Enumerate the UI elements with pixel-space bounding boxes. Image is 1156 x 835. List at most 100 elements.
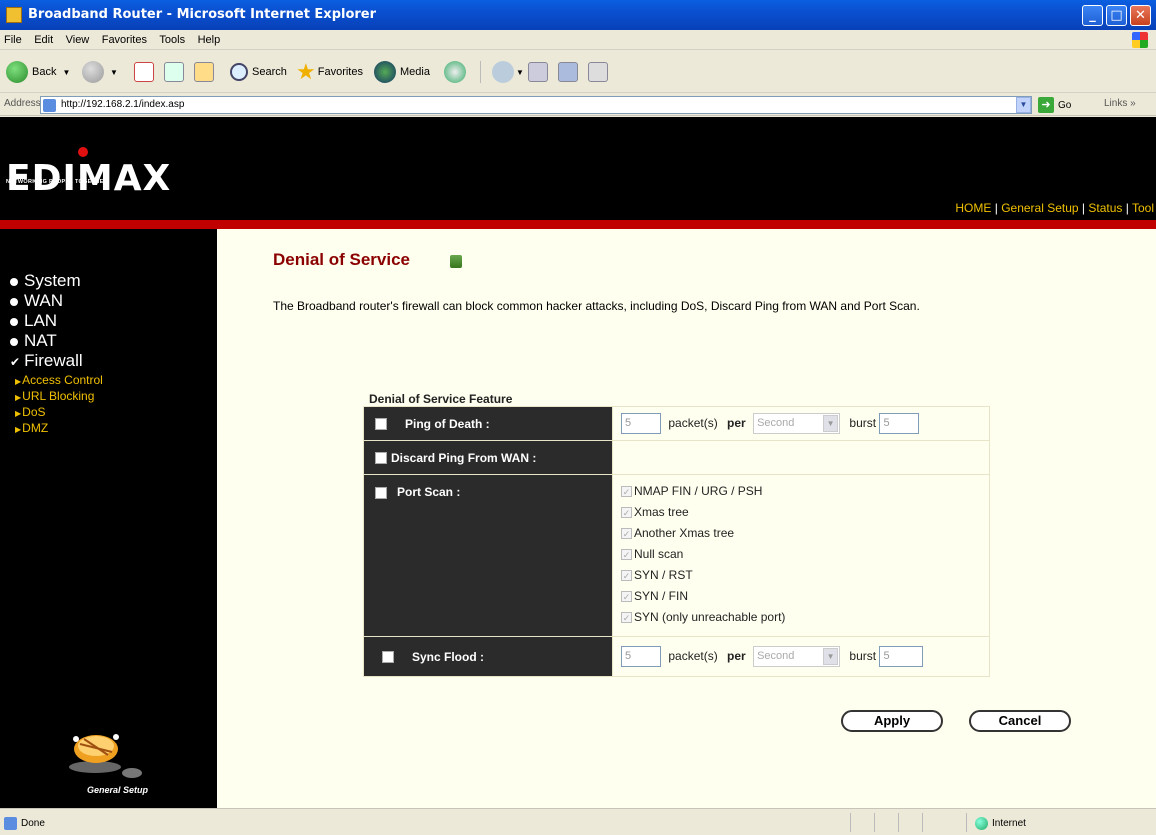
ping-of-death-packets-input[interactable]: 5: [621, 413, 661, 434]
nav-tool-link[interactable]: Tool: [1132, 201, 1154, 215]
port-scan-option[interactable]: ✓ Another Xmas tree: [621, 523, 989, 544]
menu-view[interactable]: View: [62, 31, 94, 49]
unit-value: Second: [757, 650, 795, 662]
mail-icon: [492, 61, 514, 83]
menu-tools[interactable]: Tools: [155, 31, 189, 49]
ping-of-death-label: Ping of Death :: [405, 416, 490, 431]
sidebar-subitem-access-control[interactable]: ▶Access Control: [15, 373, 103, 387]
port-scan-option[interactable]: ✓ SYN (only unreachable port): [621, 607, 989, 628]
ping-of-death-unit-select[interactable]: Second ▼: [753, 413, 841, 434]
apply-button[interactable]: Apply: [841, 710, 943, 732]
port-scan-option[interactable]: ✓ SYN / RST: [621, 565, 989, 586]
sidebar-subitem-url-blocking[interactable]: ▶URL Blocking: [15, 389, 94, 403]
home-button[interactable]: [194, 59, 214, 85]
go-button[interactable]: ➜ Go: [1038, 97, 1071, 113]
status-text: Done: [4, 817, 45, 830]
page-description: The Broadband router's firewall can bloc…: [273, 299, 920, 313]
stop-button[interactable]: [134, 59, 154, 85]
status-separator: [898, 813, 899, 832]
sync-flood-packets-input[interactable]: 5: [621, 646, 661, 667]
sidebar-item-nat[interactable]: NAT: [10, 331, 57, 351]
nav-home-link[interactable]: HOME: [955, 201, 991, 215]
page-title: Denial of Service: [273, 250, 411, 269]
port-scan-label: Port Scan :: [397, 485, 461, 499]
header-divider: [0, 220, 1156, 229]
sidebar-item-wan[interactable]: WAN: [10, 291, 63, 311]
sidebar-item-system[interactable]: System: [10, 271, 81, 291]
sidebar: System WAN LAN NAT ✔ Firewall ▶Access Con…: [0, 229, 217, 808]
stop-icon: [134, 62, 154, 82]
edit-button[interactable]: [558, 59, 578, 85]
favorites-button[interactable]: ★ Favorites: [296, 59, 363, 85]
back-button[interactable]: Back ▼: [6, 59, 70, 85]
media-button[interactable]: Media: [374, 59, 430, 85]
history-icon: [444, 61, 466, 83]
triangle-icon: ▶: [15, 377, 22, 386]
menu-file[interactable]: File: [0, 31, 26, 49]
sync-flood-checkbox[interactable]: [382, 651, 394, 664]
port-scan-option[interactable]: ✓ Null scan: [621, 544, 989, 565]
sidebar-item-label: System: [24, 271, 81, 290]
bullet-icon: [10, 337, 18, 346]
refresh-button[interactable]: [164, 59, 184, 85]
bullet-icon: [10, 277, 18, 286]
messenger-button[interactable]: [588, 59, 608, 85]
separator: [480, 59, 481, 85]
links-button[interactable]: Links »: [1104, 98, 1136, 109]
checkmark-icon: ✔: [10, 355, 21, 369]
mail-button[interactable]: ▼: [492, 59, 524, 85]
page-content: EDIMAX NETWORKING PEOPLE TOGETHER HOME |…: [0, 117, 1156, 808]
port-scan-option[interactable]: ✓ SYN / FIN: [621, 586, 989, 607]
help-book-icon[interactable]: [450, 255, 462, 268]
address-input[interactable]: http://192.168.2.1/index.asp: [40, 96, 1032, 114]
discard-ping-checkbox[interactable]: [375, 452, 387, 465]
port-scan-option[interactable]: ✓ Xmas tree: [621, 502, 989, 523]
search-icon: [230, 63, 248, 81]
menu-edit[interactable]: Edit: [30, 31, 57, 49]
minimize-button[interactable]: _: [1082, 5, 1103, 26]
sync-flood-label: Sync Flood :: [412, 649, 484, 664]
back-label: Back: [32, 66, 57, 78]
go-label: Go: [1058, 99, 1072, 111]
port-scan-checkbox[interactable]: [375, 486, 387, 499]
sidebar-item-label: Firewall: [24, 351, 83, 370]
print-button[interactable]: [528, 59, 548, 85]
discard-ping-label: Discard Ping From WAN :: [391, 450, 537, 465]
address-dropdown-icon[interactable]: ▼: [1016, 97, 1031, 113]
status-separator: [922, 813, 923, 832]
general-setup-graphic-icon: [69, 734, 142, 778]
sidebar-subitem-label: URL Blocking: [22, 389, 95, 403]
sync-flood-unit-select[interactable]: Second ▼: [753, 646, 841, 667]
sidebar-item-firewall[interactable]: ✔ Firewall: [10, 351, 83, 371]
sidebar-subitem-dmz[interactable]: ▶DMZ: [15, 421, 48, 435]
cancel-button[interactable]: Cancel: [969, 710, 1071, 732]
media-label: Media: [400, 66, 430, 78]
per-label: per: [727, 415, 746, 430]
go-arrow-icon: ➜: [1038, 97, 1054, 113]
top-navigation: HOME | General Setup | Status | Tool: [955, 201, 1154, 215]
sync-flood-label-cell: Sync Flood :: [363, 636, 613, 677]
sidebar-item-lan[interactable]: LAN: [10, 311, 57, 331]
port-scan-option[interactable]: ✓ NMAP FIN / URG / PSH: [621, 481, 989, 502]
nav-general-setup-link[interactable]: General Setup: [1001, 201, 1078, 215]
refresh-icon: [164, 62, 184, 82]
menu-help[interactable]: Help: [194, 31, 225, 49]
status-separator: [874, 813, 875, 832]
sidebar-subitem-label: Access Control: [22, 373, 103, 387]
ping-of-death-burst-input[interactable]: 5: [879, 413, 920, 434]
nav-status-link[interactable]: Status: [1088, 201, 1122, 215]
close-button[interactable]: ✕: [1130, 5, 1151, 26]
status-separator: [966, 813, 967, 832]
port-scan-options: ✓ NMAP FIN / URG / PSH ✓ Xmas tree ✓ Anothe…: [612, 474, 990, 637]
ping-of-death-checkbox[interactable]: [375, 418, 387, 431]
search-button[interactable]: Search: [230, 59, 287, 85]
sidebar-subitem-dos[interactable]: ▶DoS: [15, 405, 46, 419]
status-label: Done: [21, 818, 45, 829]
forward-button[interactable]: ▼: [82, 59, 118, 85]
maximize-button[interactable]: □: [1106, 5, 1127, 26]
browser-toolbar: Back ▼ ▼ Search ★ Favorites Media ▼: [0, 51, 1156, 93]
history-button[interactable]: [444, 59, 466, 85]
menu-favorites[interactable]: Favorites: [98, 31, 151, 49]
sync-flood-burst-input[interactable]: 5: [879, 646, 924, 667]
packets-label: packet(s): [668, 415, 718, 430]
